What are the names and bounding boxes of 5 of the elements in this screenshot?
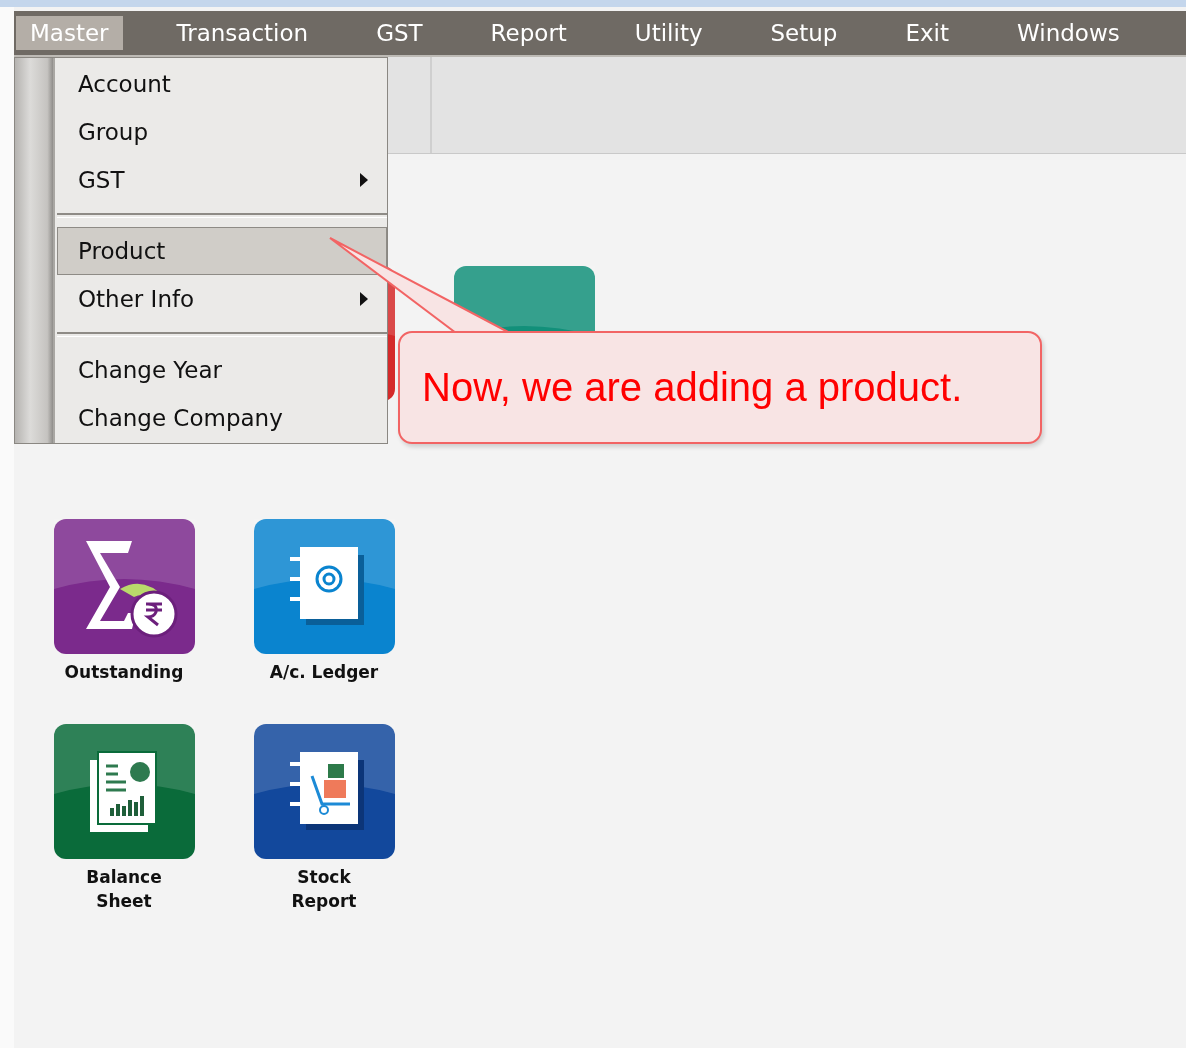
tile-label: Balance Sheet xyxy=(85,866,163,913)
tile-label: Stock Report xyxy=(290,866,358,913)
tile-label: A/c. Ledger xyxy=(268,661,380,684)
tile-label: Outstanding xyxy=(64,661,184,684)
callout-text: Now, we are adding a product. xyxy=(422,365,963,410)
